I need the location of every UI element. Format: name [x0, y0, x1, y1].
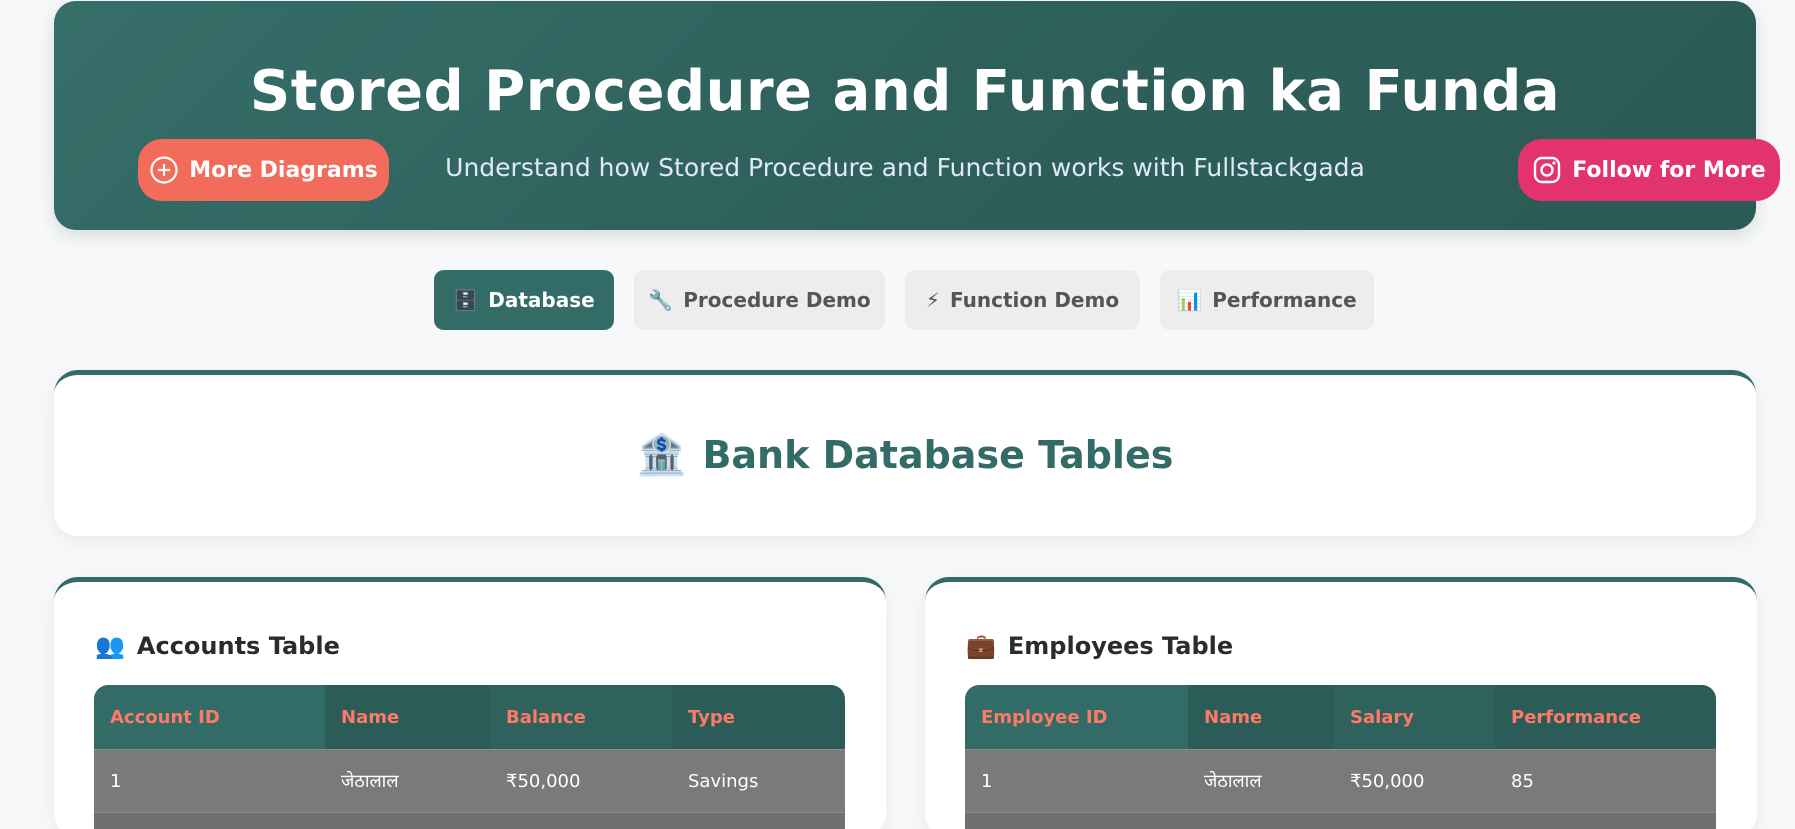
tab-performance[interactable]: 📊 Performance — [1160, 270, 1374, 330]
column-header[interactable]: Name — [325, 685, 490, 749]
follow-label: Follow for More — [1572, 157, 1766, 183]
table-header-row: Employee ID Name Salary Performance — [965, 685, 1716, 749]
table-row — [965, 812, 1716, 829]
table-row: 1 जेठालाल ₹50,000 Savings — [94, 749, 845, 812]
accounts-heading: 👥 Accounts Table — [95, 632, 340, 660]
column-header[interactable]: Performance — [1495, 685, 1716, 749]
section-title: Bank Database Tables — [702, 432, 1174, 477]
column-header[interactable]: Employee ID — [965, 685, 1188, 749]
accounts-title: Accounts Table — [136, 632, 340, 660]
page-subtitle: Understand how Stored Procedure and Func… — [445, 153, 1365, 182]
table-row — [94, 812, 845, 829]
employees-heading: 💼 Employees Table — [966, 632, 1233, 660]
follow-button[interactable]: Follow for More — [1518, 139, 1780, 201]
column-header[interactable]: Account ID — [94, 685, 325, 749]
page-title: Stored Procedure and Function ka Funda — [249, 59, 1561, 124]
tab-label: Performance — [1212, 288, 1357, 312]
tab-label: Procedure Demo — [683, 288, 871, 312]
bar-chart-icon: 📊 — [1177, 288, 1203, 312]
table-header-row: Account ID Name Balance Type — [94, 685, 845, 749]
tab-function-demo[interactable]: ⚡ Function Demo — [905, 270, 1140, 330]
table-cell: जेठालाल — [325, 749, 490, 812]
column-header[interactable]: Balance — [490, 685, 672, 749]
column-header[interactable]: Salary — [1334, 685, 1495, 749]
tab-procedure-demo[interactable]: 🔧 Procedure Demo — [634, 270, 885, 330]
section-title-card: 🏦 Bank Database Tables — [54, 370, 1756, 536]
tab-label: Function Demo — [949, 288, 1120, 312]
column-header[interactable]: Name — [1188, 685, 1334, 749]
table-cell: ₹50,000 — [490, 749, 672, 812]
instagram-icon — [1532, 155, 1562, 185]
employees-title: Employees Table — [1007, 632, 1234, 660]
table-cell: 85 — [1495, 749, 1716, 812]
accounts-table: Account ID Name Balance Type 1 जेठालाल ₹… — [94, 685, 845, 829]
wrench-icon: 🔧 — [648, 288, 674, 312]
users-icon: 👥 — [95, 632, 125, 660]
table-cell: Savings — [672, 749, 845, 812]
accounts-card: 👥 Accounts Table Account ID Name Balance… — [54, 577, 886, 829]
tab-label: Database — [488, 288, 595, 312]
table-row: 1 जेठालाल ₹50,000 85 — [965, 749, 1716, 812]
employees-table: Employee ID Name Salary Performance 1 जे… — [965, 685, 1716, 829]
tab-bar: 🗄️ Database 🔧 Procedure Demo ⚡ Function … — [0, 270, 1795, 330]
section-heading: 🏦 Bank Database Tables — [54, 431, 1756, 478]
briefcase-icon: 💼 — [966, 632, 996, 660]
table-cell: 1 — [94, 749, 325, 812]
table-cell: ₹50,000 — [1334, 749, 1495, 812]
page-header: Stored Procedure and Function ka Funda M… — [54, 1, 1780, 230]
employees-card: 💼 Employees Table Employee ID Name Salar… — [925, 577, 1757, 829]
lightning-icon: ⚡ — [925, 288, 940, 312]
table-cell: 1 — [965, 749, 1188, 812]
database-icon: 🗄️ — [453, 288, 479, 312]
tab-database[interactable]: 🗄️ Database — [434, 270, 614, 330]
table-cell: जेठालाल — [1188, 749, 1334, 812]
bank-icon: 🏦 — [636, 432, 687, 478]
column-header[interactable]: Type — [672, 685, 845, 749]
